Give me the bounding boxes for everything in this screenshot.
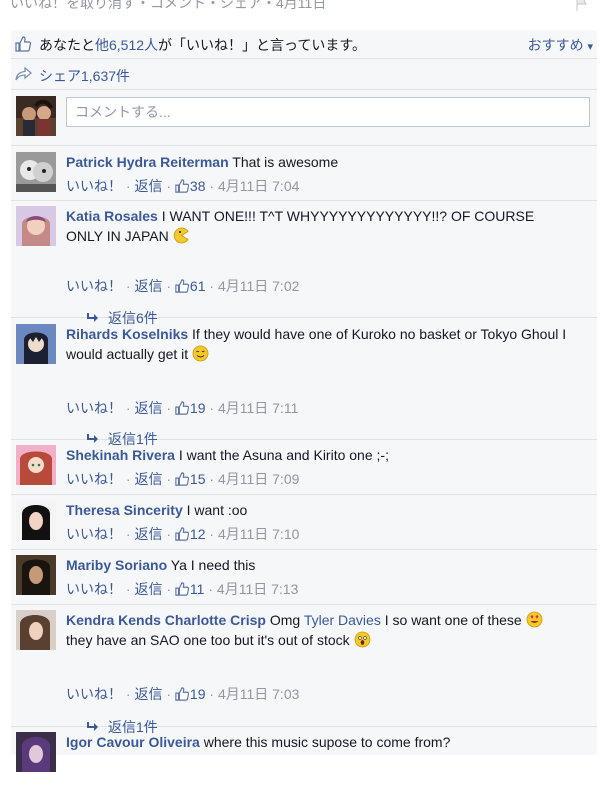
comment-text: I want the Asuna and Kirito one ;-; [178,447,389,463]
comment-timestamp[interactable]: 4月11日 7:11 [218,400,298,416]
avatar[interactable] [16,732,56,772]
comment-item: Rihards Koselniks If they would have one… [11,319,597,447]
like-count[interactable]: 12 [190,526,206,542]
chevron-down-icon: ▾ [587,41,593,53]
like-button[interactable]: いいね！ [66,581,122,597]
thumbs-up-icon [175,279,189,293]
pacman-emoji-icon [173,227,189,244]
comment-author-link[interactable]: Theresa Sincerity [66,502,183,518]
sort-label: おすすめ [527,37,584,53]
avatar[interactable] [16,324,56,364]
comment-author-link[interactable]: Kendra Kends Charlotte Crisp [66,612,266,628]
avatar[interactable] [16,610,56,650]
like-button[interactable]: いいね！ [66,278,122,294]
comment-text: That is awesome [232,154,339,170]
comment-text: Omg [269,612,301,628]
comment-author-link[interactable]: Katia Rosales [66,208,158,224]
heart-eyes-emoji-icon [526,611,543,628]
comment-timestamp[interactable]: 4月11日 7:04 [218,178,299,194]
like-count[interactable]: 61 [190,278,206,294]
feedback-panel: あなたと他6,512人が「いいね！」と言っています。 おすすめ ▾ シェア1,6… [11,30,597,772]
thumbs-up-icon [175,527,189,541]
scream-emoji-icon [354,631,370,648]
mention-link[interactable]: Tyler Davies [304,612,381,628]
like-count[interactable]: 15 [190,471,206,487]
thumbs-up-icon [175,179,189,193]
flag-icon[interactable] [575,0,589,11]
like-button[interactable]: いいね！ [66,471,122,487]
likes-summary: あなたと他6,512人が「いいね！」と言っています。 おすすめ ▾ [11,30,597,59]
avatar[interactable] [16,445,56,485]
smile-emoji-icon [192,345,209,362]
comment-timestamp[interactable]: 4月11日 7:03 [218,686,299,702]
shares-summary[interactable]: シェア1,637件 [11,60,597,90]
comment-item: Theresa Sincerity I want :oo いいね！ · 返信 ·… [11,495,597,550]
comment-timestamp[interactable]: 4月11日 7:13 [217,581,298,597]
comment-author-link[interactable]: Igor Cavour Oliveira [66,734,200,750]
likes-text-before: あなたと [39,37,95,53]
like-count[interactable]: 38 [190,178,206,194]
avatar[interactable] [16,555,56,595]
like-button[interactable]: いいね！ [66,686,122,702]
comment-item: Shekinah Rivera I want the Asuna and Kir… [11,440,597,495]
comment-text: they have an SAO one too but it's out of… [66,632,350,648]
thumbs-up-icon [175,582,189,596]
likes-others-link[interactable]: 他6,512人 [95,37,158,53]
comment-timestamp[interactable]: 4月11日 7:02 [218,278,299,294]
like-button[interactable]: いいね！ [66,400,122,416]
like-count[interactable]: 19 [190,400,206,416]
comment-item: Katia Rosales I WANT ONE!!! T^T WHYYYYYY… [11,201,597,326]
like-count[interactable]: 11 [190,581,205,597]
comment-item: Kendra Kends Charlotte Crisp Omg Tyler D… [11,605,597,735]
reply-button[interactable]: 返信 [134,686,162,702]
post-actions-row: いいね！を取り消す・コメント・シェア・4月11日 [0,0,603,15]
likes-text-after: が「いいね！」と言っています。 [158,37,366,53]
comment-author-link[interactable]: Rihards Koselniks [66,326,188,342]
avatar[interactable] [16,206,56,246]
share-icon [15,66,33,81]
avatar[interactable] [16,500,56,540]
reply-button[interactable]: 返信 [134,400,162,416]
like-count[interactable]: 19 [190,686,206,702]
thumbs-up-icon [15,36,31,52]
thumbs-up-icon [175,401,189,415]
avatar[interactable] [16,152,56,192]
comment-text: I so want one of these [384,612,522,628]
comment-composer [11,91,597,146]
comment-text: where this music supose to come from? [203,734,451,750]
comment-timestamp[interactable]: 4月11日 7:09 [218,471,299,487]
thumbs-up-icon [175,687,189,701]
comment-text: I want :oo [186,502,248,518]
comment-author-link[interactable]: Shekinah Rivera [66,447,175,463]
reply-button[interactable]: 返信 [134,178,162,194]
post-actions-text: いいね！を取り消す・コメント・シェア・4月11日 [10,0,327,11]
comment-item: Mariby Soriano Ya I need this いいね！ · 返信 … [11,550,597,605]
like-button[interactable]: いいね！ [66,178,122,194]
reply-button[interactable]: 返信 [134,471,162,487]
comment-author-link[interactable]: Mariby Soriano [66,557,167,573]
comment-item: Patrick Hydra Reiterman That is awesome … [11,147,597,201]
comment-item: Igor Cavour Oliveira where this music su… [11,727,597,787]
comment-input[interactable] [66,97,590,127]
comment-author-link[interactable]: Patrick Hydra Reiterman [66,154,229,170]
comment-timestamp[interactable]: 4月11日 7:10 [218,526,299,542]
comment-text: Ya I need this [170,557,256,573]
thumbs-up-icon [175,472,189,486]
reply-button[interactable]: 返信 [134,526,162,542]
reply-button[interactable]: 返信 [134,278,162,294]
shares-count-link[interactable]: シェア1,637件 [39,66,130,86]
sort-dropdown[interactable]: おすすめ ▾ [528,35,593,55]
reply-button[interactable]: 返信 [134,581,162,597]
avatar [16,96,56,136]
like-button[interactable]: いいね！ [66,526,122,542]
